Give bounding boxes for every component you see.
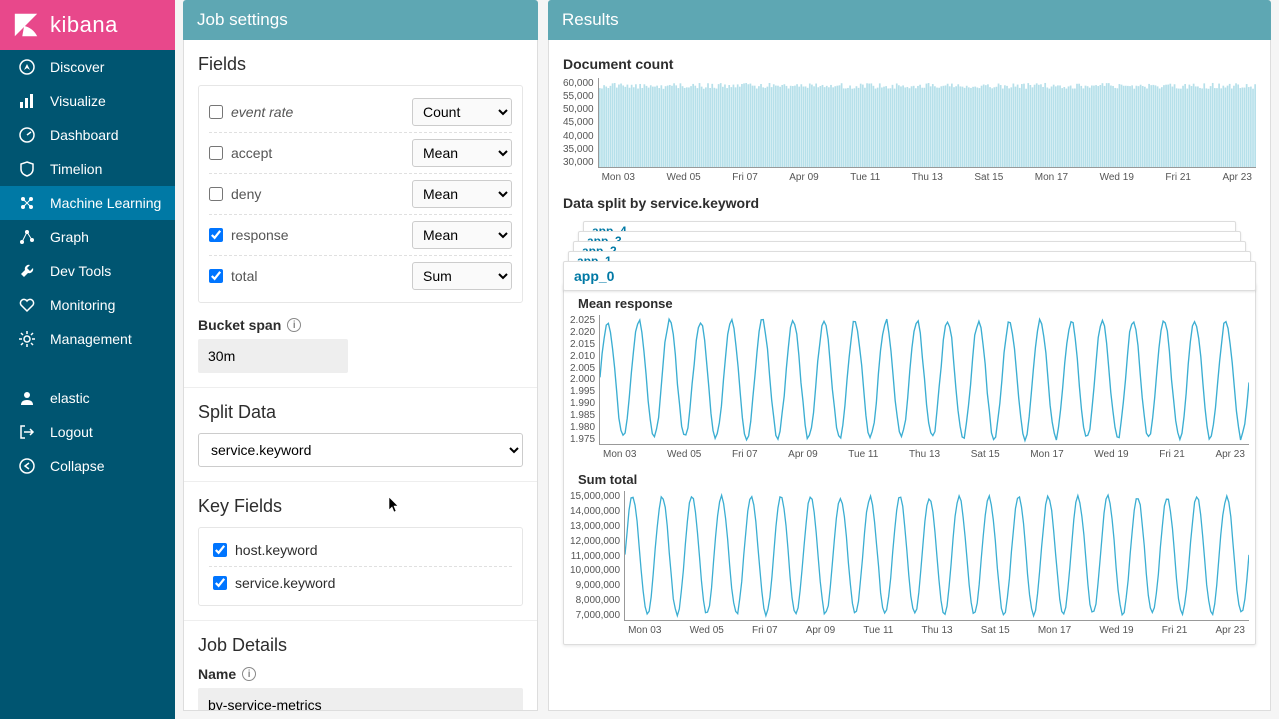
job-name-input[interactable]: [198, 688, 523, 711]
split-card[interactable]: app_0: [563, 261, 1256, 291]
sidebar-item-monitoring[interactable]: Monitoring: [0, 288, 175, 322]
sidebar-item-machine-learning[interactable]: Machine Learning: [0, 186, 175, 220]
sidebar-item-collapse[interactable]: Collapse: [0, 449, 175, 483]
fields-section: Fields event rateCountMeanSumMinMaxaccep…: [184, 40, 537, 388]
sidebar-item-visualize[interactable]: Visualize: [0, 84, 175, 118]
sidebar: kibana DiscoverVisualizeDashboardTimelio…: [0, 0, 175, 719]
logout-icon: [18, 423, 36, 441]
job-details-title: Job Details: [198, 635, 523, 656]
key-fields-list: host.keyword service.keyword: [198, 527, 523, 606]
key-field-checkbox[interactable]: [213, 576, 227, 590]
field-label: accept: [231, 145, 412, 161]
field-label: deny: [231, 186, 412, 202]
field-checkbox[interactable]: [209, 146, 223, 160]
field-checkbox[interactable]: [209, 228, 223, 242]
field-row: event rateCountMeanSumMinMax: [209, 92, 512, 133]
nav-bottom: elasticLogoutCollapse: [0, 381, 175, 719]
aggregation-select[interactable]: CountMeanSumMinMax: [412, 221, 512, 249]
logo-bar[interactable]: kibana: [0, 0, 175, 50]
brand-label: kibana: [50, 12, 118, 38]
key-fields-title: Key Fields: [198, 496, 523, 517]
field-checkbox[interactable]: [209, 269, 223, 283]
split-data-select[interactable]: service.keyword: [198, 433, 523, 467]
sidebar-item-discover[interactable]: Discover: [0, 50, 175, 84]
mean-response-title: Mean response: [578, 296, 1249, 311]
split-data-title: Split Data: [198, 402, 523, 423]
bucket-span-input[interactable]: [198, 339, 348, 373]
sidebar-item-logout[interactable]: Logout: [0, 415, 175, 449]
key-field-label: host.keyword: [235, 542, 317, 558]
sidebar-item-dashboard[interactable]: Dashboard: [0, 118, 175, 152]
key-field-label: service.keyword: [235, 575, 335, 591]
job-details-section: Job Details Name i: [184, 621, 537, 711]
doc-count-title: Document count: [563, 56, 1256, 72]
ml-icon: [18, 194, 36, 212]
sidebar-item-dev-tools[interactable]: Dev Tools: [0, 254, 175, 288]
bucket-span-label: Bucket span i: [198, 317, 523, 333]
aggregation-select[interactable]: CountMeanSumMinMax: [412, 139, 512, 167]
job-settings-panel: Job settings Fields event rateCountMeanS…: [183, 0, 538, 711]
results-header: Results: [548, 0, 1271, 40]
mean-response-chart: 2.0252.0202.0152.0102.0052.0001.9951.990…: [570, 315, 1249, 460]
mean-response-plot[interactable]: [599, 315, 1249, 445]
split-data-section: Split Data service.keyword: [184, 388, 537, 482]
sum-total-chart: 15,000,00014,000,00013,000,00012,000,000…: [570, 491, 1249, 636]
wrench-icon: [18, 262, 36, 280]
field-checkbox[interactable]: [209, 187, 223, 201]
field-checkbox[interactable]: [209, 105, 223, 119]
aggregation-select[interactable]: CountMeanSumMinMax: [412, 98, 512, 126]
field-label: response: [231, 227, 412, 243]
kibana-logo-icon: [12, 11, 40, 39]
field-label: total: [231, 268, 412, 284]
field-row: responseCountMeanSumMinMax: [209, 215, 512, 256]
sidebar-item-management[interactable]: Management: [0, 322, 175, 356]
gauge-icon: [18, 126, 36, 144]
aggregation-select[interactable]: CountMeanSumMinMax: [412, 180, 512, 208]
user-icon: [18, 389, 36, 407]
fields-title: Fields: [198, 54, 523, 75]
field-row: acceptCountMeanSumMinMax: [209, 133, 512, 174]
nav-main: DiscoverVisualizeDashboardTimelionMachin…: [0, 50, 175, 381]
job-settings-header: Job settings: [183, 0, 538, 40]
field-row: totalCountMeanSumMinMax: [209, 256, 512, 296]
split-title: Data split by service.keyword: [563, 195, 1256, 211]
info-icon[interactable]: i: [242, 667, 256, 681]
field-row: denyCountMeanSumMinMax: [209, 174, 512, 215]
fields-list: event rateCountMeanSumMinMaxacceptCountM…: [198, 85, 523, 303]
collapse-icon: [18, 457, 36, 475]
heart-icon: [18, 296, 36, 314]
doc-count-plot[interactable]: [598, 78, 1256, 168]
key-fields-section: Key Fields host.keyword service.keyword: [184, 482, 537, 621]
sum-total-plot[interactable]: [624, 491, 1249, 621]
aggregation-select[interactable]: CountMeanSumMinMax: [412, 262, 512, 290]
gear-icon: [18, 330, 36, 348]
sidebar-item-elastic[interactable]: elastic: [0, 381, 175, 415]
compass-icon: [18, 58, 36, 76]
sidebar-item-timelion[interactable]: Timelion: [0, 152, 175, 186]
shield-icon: [18, 160, 36, 178]
sum-total-title: Sum total: [578, 472, 1249, 487]
results-panel: Results Document count 60,00055,00050,00…: [548, 0, 1271, 711]
graph-icon: [18, 228, 36, 246]
job-name-label: Name i: [198, 666, 523, 682]
bars-icon: [18, 92, 36, 110]
key-field-row: service.keyword: [209, 567, 512, 599]
field-label: event rate: [231, 104, 412, 120]
info-icon[interactable]: i: [287, 318, 301, 332]
sidebar-item-graph[interactable]: Graph: [0, 220, 175, 254]
doc-count-chart: 60,00055,00050,00045,00040,00035,00030,0…: [563, 78, 1256, 183]
key-field-row: host.keyword: [209, 534, 512, 567]
key-field-checkbox[interactable]: [213, 543, 227, 557]
split-card-stack: app_4app_3app_2app_1app_0: [563, 221, 1256, 277]
